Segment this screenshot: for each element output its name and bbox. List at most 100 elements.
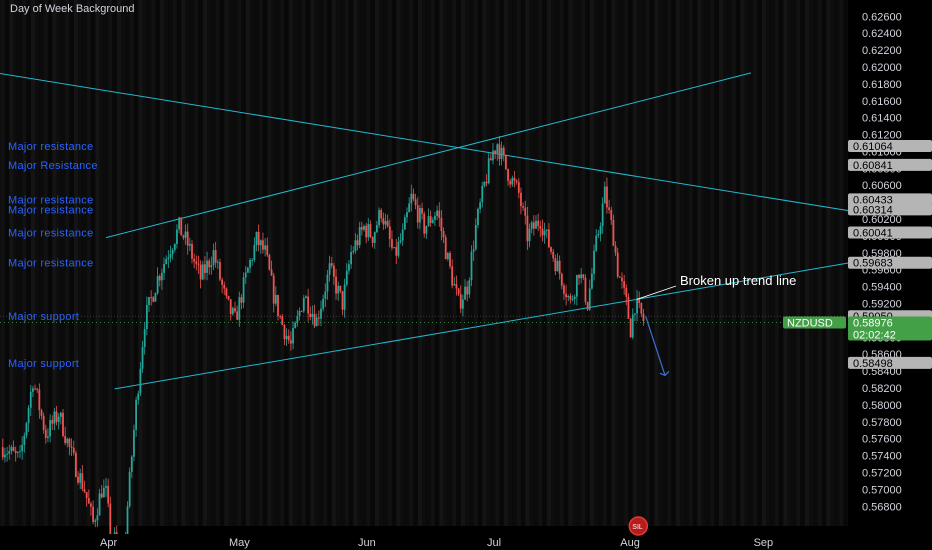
candle-body xyxy=(457,288,460,295)
day-stripe xyxy=(667,0,672,526)
day-stripe xyxy=(641,0,646,526)
candle-body xyxy=(565,293,567,298)
day-stripe xyxy=(671,0,676,526)
day-stripe xyxy=(800,0,805,526)
candle-body xyxy=(64,436,67,444)
day-stripe xyxy=(710,0,715,526)
symbol-tag-text: NZDUSD xyxy=(787,317,833,329)
candle-body xyxy=(298,311,301,316)
level-label: Major support xyxy=(8,311,79,323)
month-label: Sep xyxy=(754,537,774,549)
candle-body xyxy=(29,391,32,408)
candle-body xyxy=(425,226,428,234)
price-chart[interactable]: Major resistance Major Resistance Major re… xyxy=(0,0,932,550)
candle-body xyxy=(219,262,221,280)
candle-body xyxy=(511,177,514,185)
price-tick: 0.59200 xyxy=(862,299,902,311)
day-stripe xyxy=(297,0,302,526)
price-tick: 0.59400 xyxy=(862,282,902,294)
candle-body xyxy=(14,450,17,453)
day-stripe xyxy=(168,0,173,526)
candle-body xyxy=(139,368,142,394)
day-stripe xyxy=(821,0,827,526)
day-stripe xyxy=(770,0,775,526)
day-stripe xyxy=(258,0,263,526)
candle-body xyxy=(102,487,105,498)
day-stripe xyxy=(344,0,349,526)
day-stripe xyxy=(271,0,276,526)
day-stripe xyxy=(99,0,104,526)
candle-body xyxy=(281,316,284,326)
candle-body xyxy=(634,313,636,315)
candle-body xyxy=(223,284,226,289)
day-stripe xyxy=(383,0,388,526)
day-stripe xyxy=(817,0,822,526)
day-stripe xyxy=(628,0,633,526)
candle-body xyxy=(1,447,4,458)
candle-body xyxy=(229,299,232,315)
day-stripe xyxy=(232,0,238,526)
candle-body xyxy=(356,240,359,246)
candle-body xyxy=(515,180,518,183)
candle-body xyxy=(631,314,634,338)
candle-body xyxy=(603,186,606,204)
candle-body xyxy=(143,329,146,347)
candle-body xyxy=(55,411,58,422)
candle-body xyxy=(541,228,544,236)
candle-body xyxy=(578,275,580,279)
candle-body xyxy=(315,317,318,327)
candle-body xyxy=(599,226,602,235)
day-stripe xyxy=(563,0,569,526)
candle-body xyxy=(483,181,486,186)
candle-body xyxy=(625,287,628,297)
day-stripe xyxy=(426,0,431,526)
day-stripe xyxy=(520,0,526,526)
day-stripe xyxy=(413,0,418,526)
candle-body xyxy=(317,317,320,319)
day-stripe xyxy=(731,0,736,526)
day-stripe xyxy=(417,0,423,526)
day-stripe xyxy=(598,0,603,526)
day-stripe xyxy=(542,0,547,526)
candle-body xyxy=(27,407,30,424)
day-stripe xyxy=(766,0,771,526)
day-stripe xyxy=(159,0,165,526)
candle-body xyxy=(107,485,110,504)
price-tick: 0.61800 xyxy=(862,79,902,91)
price-tick: 0.57200 xyxy=(862,468,902,480)
candle-body xyxy=(580,274,583,279)
month-label: Aug xyxy=(620,537,640,549)
candle-body xyxy=(554,258,557,272)
candle-body xyxy=(178,217,180,230)
day-stripe xyxy=(572,0,577,526)
candle-body xyxy=(238,297,241,320)
candle-body xyxy=(567,296,570,298)
candle-body xyxy=(285,335,288,340)
day-stripe xyxy=(254,0,259,526)
level-tag-value: 0.59683 xyxy=(853,258,893,270)
candle-body xyxy=(133,429,135,457)
day-stripe xyxy=(146,0,152,526)
candle-body xyxy=(373,232,376,243)
day-stripe xyxy=(632,0,638,526)
day-stripe xyxy=(705,0,711,526)
candle-body xyxy=(449,252,451,267)
candle-body xyxy=(429,216,432,223)
day-stripe xyxy=(370,0,375,526)
level-tag-value: 0.60041 xyxy=(853,227,893,239)
day-stripe xyxy=(314,0,319,526)
day-stripe xyxy=(482,0,487,526)
candle-body xyxy=(62,412,64,437)
candle-body xyxy=(341,291,344,310)
day-of-week-background xyxy=(0,0,853,526)
candle-body xyxy=(311,313,314,318)
candle-body xyxy=(360,227,363,230)
candle-body xyxy=(191,243,193,259)
candle-body xyxy=(296,315,299,323)
candle-body xyxy=(397,241,400,256)
candle-body xyxy=(586,301,589,310)
candle-body xyxy=(629,318,632,338)
level-tag-value: 0.58498 xyxy=(853,358,893,370)
candle-body xyxy=(167,257,170,260)
candle-body xyxy=(16,452,19,453)
